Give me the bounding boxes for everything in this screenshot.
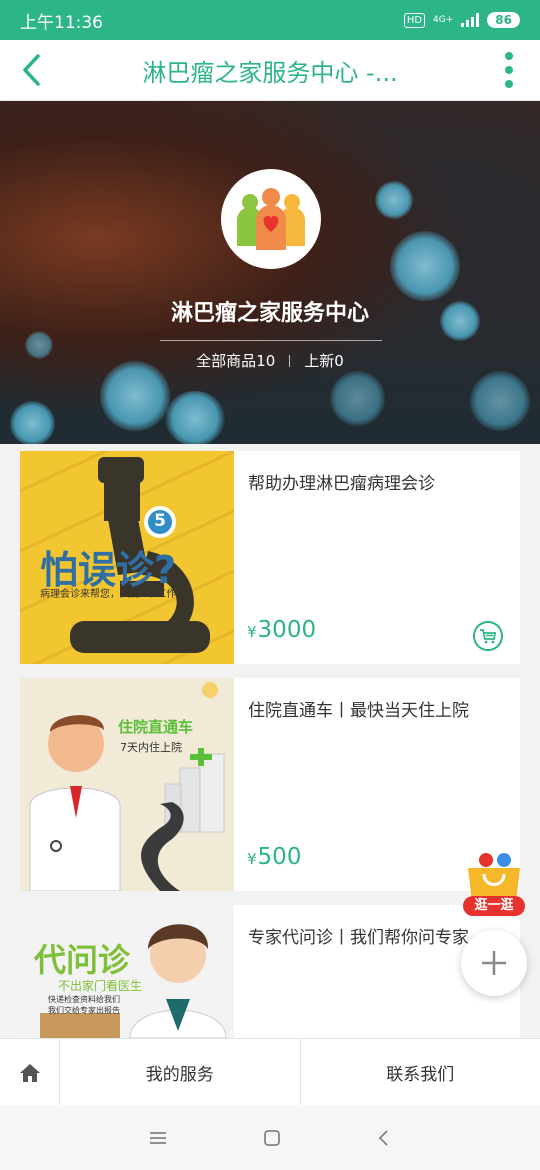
home-square-icon[interactable] (263, 1129, 281, 1147)
status-indicators: HD 4G+ 86 (403, 12, 520, 28)
product-image-line2: 我们交给专家出报告 (48, 1006, 120, 1015)
product-image-line1: 快递检查资料给我们 (48, 995, 120, 1004)
system-nav-bar (0, 1105, 540, 1170)
banner-divider (160, 340, 382, 341)
shop-banner: 淋巴瘤之家服务中心 全部商品10 上新0 (0, 101, 540, 444)
more-vertical-icon (505, 52, 513, 60)
plus-icon (482, 951, 506, 975)
app-header: 淋巴瘤之家服务中心 -... (0, 40, 540, 101)
bottom-tab-bar: 我的服务 联系我们 (0, 1038, 540, 1106)
chevron-left-icon (23, 54, 40, 86)
shopping-bag-icon (468, 853, 520, 902)
product-image[interactable]: 5 怕误诊? 病理会诊来帮您，只需5个工作日 (20, 451, 234, 664)
product-title[interactable]: 住院直通车丨最快当天住上院 (248, 696, 510, 721)
add-to-cart-button[interactable] (473, 621, 503, 651)
back-button[interactable] (0, 40, 62, 101)
back-nav-icon[interactable] (377, 1129, 391, 1147)
shop-name: 淋巴瘤之家服务中心 (170, 301, 369, 326)
shop-logo (221, 169, 321, 269)
tab-contact-us[interactable]: 联系我们 (299, 1039, 540, 1106)
add-button[interactable] (461, 930, 527, 996)
cart-icon (480, 629, 497, 644)
menu-icon[interactable] (149, 1131, 167, 1145)
product-price: ¥500 (247, 844, 302, 870)
product-image-subtext: 病理会诊来帮您，只需5个工作日 (40, 589, 187, 600)
hd-badge: HD (403, 12, 426, 28)
browse-label: 逛一逛 (463, 896, 525, 916)
new-arrivals-count[interactable]: 上新0 (304, 350, 344, 371)
product-price: ¥3000 (247, 617, 317, 643)
all-products-count[interactable]: 全部商品10 (196, 350, 275, 371)
product-image[interactable]: 住院直通车 7天内住上院 (20, 678, 234, 891)
home-icon (19, 1063, 40, 1082)
more-button[interactable] (478, 40, 540, 101)
status-time: 上午11:36 (20, 12, 103, 33)
tab-my-service[interactable]: 我的服务 (60, 1039, 300, 1106)
signal-icon (461, 13, 480, 27)
product-image-headline: 住院直通车 (118, 718, 194, 736)
product-title[interactable]: 帮助办理淋巴瘤病理会诊 (248, 469, 510, 494)
product-card[interactable]: 住院直通车 7天内住上院 住院直通车丨最快当天住上院 ¥500 (20, 678, 520, 891)
product-image-headline: 代问诊 (34, 941, 131, 979)
status-bar: 上午11:36 HD 4G+ 86 (0, 0, 540, 40)
product-card[interactable]: 代问诊 不出家门看医生 快递检查资料给我们 我们交给专家出报告 专家代问诊丨我们… (20, 905, 520, 1038)
product-image-subtext: 不出家门看医生 (58, 979, 143, 993)
browse-button[interactable]: 逛一逛 (460, 850, 528, 920)
product-image[interactable]: 代问诊 不出家门看医生 快递检查资料给我们 我们交给专家出报告 (20, 905, 234, 1038)
network-type: 4G+ (433, 14, 454, 25)
family-heart-icon (237, 188, 305, 250)
product-image-subtext: 7天内住上院 (120, 741, 182, 754)
product-card[interactable]: 5 怕误诊? 病理会诊来帮您，只需5个工作日 帮助办理淋巴瘤病理会诊 ¥3000 (20, 451, 520, 664)
stats-separator (289, 354, 291, 367)
shop-stats: 全部商品10 上新0 (0, 350, 540, 371)
badge-number: 5 (154, 511, 166, 531)
page-title: 淋巴瘤之家服务中心 -... (142, 58, 398, 87)
home-button[interactable] (0, 1039, 60, 1106)
battery-icon: 86 (487, 12, 520, 28)
